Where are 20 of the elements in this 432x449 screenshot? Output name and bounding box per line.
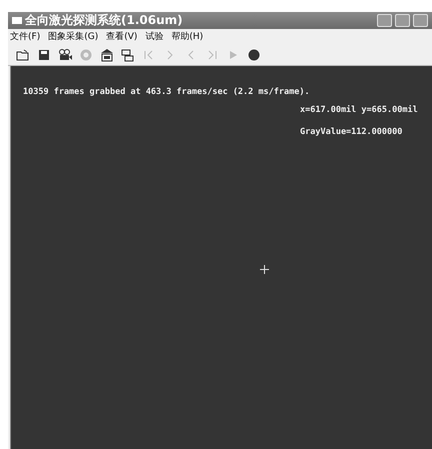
crosshair-icon [260,265,269,274]
menu-item[interactable]: 文件(F) [10,30,40,43]
position-text: x=617.00mil y=665.00mil [300,105,418,115]
save-icon[interactable] [37,48,51,62]
minimize-button[interactable] [377,14,392,27]
menu-item[interactable]: 图象采集(G) [48,30,98,43]
camera-icon[interactable] [58,48,72,62]
windows-icon[interactable] [121,48,135,62]
window-icon [12,17,22,24]
menu-item[interactable]: 查看(V) [106,30,138,43]
menu-item[interactable]: 帮助(H) [171,30,204,43]
window-title: 全向激光探测系统(1.06um) [25,12,184,29]
close-button[interactable] [413,14,428,27]
folder-icon[interactable] [16,48,30,62]
maximize-button[interactable] [395,14,410,27]
photo-frame-icon[interactable] [100,48,114,62]
ball-icon[interactable] [247,48,261,62]
pixel-value-readout: GrayValue=112.000000 [300,127,402,137]
menu-item[interactable]: 试验 [145,30,164,43]
frame-rate-text: 10359 frames grabbed at 463.3 frames/sec (2.2 ms/frame). [23,87,311,97]
